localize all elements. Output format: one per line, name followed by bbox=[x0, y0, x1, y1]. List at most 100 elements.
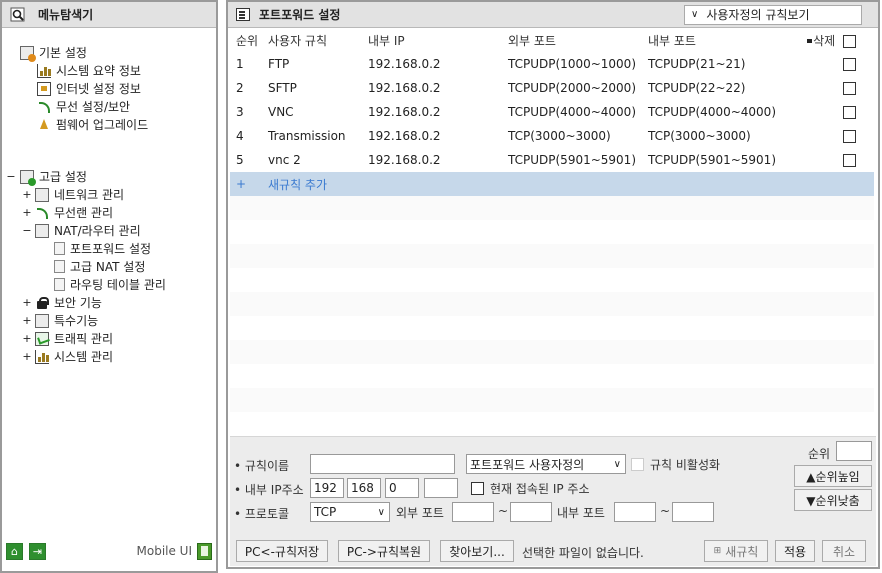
tree-item-network[interactable]: + 네트워크 관리 bbox=[22, 186, 124, 203]
logout-icon[interactable]: ⇥ bbox=[29, 542, 46, 560]
rule-type-value: 포트포워드 사용자정의 bbox=[470, 457, 585, 472]
folder-icon bbox=[20, 169, 36, 186]
save-to-pc-button[interactable]: PC<-규칙저장 bbox=[236, 540, 328, 562]
rank-down-button[interactable]: ▼순위낮춤 bbox=[794, 489, 872, 511]
apply-button[interactable]: 적용 bbox=[775, 540, 815, 562]
cell-rank: 1 bbox=[236, 57, 244, 71]
internal-port-label: 내부 포트 bbox=[557, 506, 605, 520]
menu-explorer-title: 메뉴탐색기 bbox=[38, 8, 94, 22]
cell-delete bbox=[792, 76, 874, 100]
browse-file-button[interactable]: 찾아보기... bbox=[440, 540, 514, 562]
bar-chart-icon bbox=[35, 349, 49, 364]
tree-advanced-settings-label: 고급 설정 bbox=[39, 170, 87, 184]
rank-input[interactable] bbox=[836, 441, 872, 461]
tree-item-special[interactable]: + 특수기능 bbox=[22, 312, 98, 329]
tree-item-firmware-upgrade[interactable]: 펌웨어 업그레이드 bbox=[37, 116, 148, 133]
tree-item-label: NAT/라우터 관리 bbox=[54, 224, 141, 238]
protocol-select[interactable]: TCP ∨ bbox=[310, 502, 390, 522]
external-port-start[interactable] bbox=[452, 502, 494, 522]
tree-item-label: 트래픽 관리 bbox=[54, 332, 114, 346]
tree-item-wireless-security[interactable]: 무선 설정/보안 bbox=[37, 98, 130, 115]
disable-rule-checkbox[interactable] bbox=[631, 458, 644, 471]
folder-icon bbox=[20, 45, 36, 62]
add-rule-row[interactable]: + 새규칙 추가 bbox=[230, 172, 874, 196]
rule-view-select-value: 사용자정의 규칙보기 bbox=[706, 8, 810, 22]
cell-rule-name: VNC bbox=[268, 105, 294, 119]
tree-item-wlan[interactable]: + 무선랜 관리 bbox=[22, 204, 113, 221]
add-rule-label: 새규칙 추가 bbox=[268, 172, 874, 196]
rule-table: 순위 사용자 규칙 내부 IP 외부 포트 내부 포트 삭제 1 FTP 192… bbox=[230, 28, 874, 436]
tree-item-security[interactable]: + 보안 기능 bbox=[22, 294, 102, 311]
tree-item-advanced-nat[interactable]: 고급 NAT 설정 bbox=[54, 258, 145, 275]
ip-octet-2[interactable]: 168 bbox=[347, 478, 381, 498]
collapse-toggle[interactable]: − bbox=[6, 170, 16, 183]
tree-item-nat-router[interactable]: − NAT/라우터 관리 bbox=[22, 222, 141, 239]
lock-icon bbox=[35, 296, 49, 310]
wireless-icon bbox=[37, 100, 51, 114]
cancel-button[interactable]: 취소 bbox=[822, 540, 866, 562]
table-row[interactable]: 1 FTP 192.168.0.2 TCPUDP(1000~1000) TCPU… bbox=[230, 52, 874, 76]
table-row[interactable]: 3 VNC 192.168.0.2 TCPUDP(4000~4000) TCPU… bbox=[230, 100, 874, 124]
ip-octet-4[interactable] bbox=[424, 478, 458, 498]
expand-toggle[interactable]: + bbox=[22, 314, 32, 327]
restore-from-pc-button[interactable]: PC->규칙복원 bbox=[338, 540, 430, 562]
internal-port-end[interactable] bbox=[672, 502, 714, 522]
table-row[interactable]: 4 Transmission 192.168.0.2 TCP(3000~3000… bbox=[230, 124, 874, 148]
expand-toggle[interactable]: + bbox=[22, 296, 32, 309]
protocol-value: TCP bbox=[314, 505, 337, 519]
tree-item-internet-info[interactable]: 인터넷 설정 정보 bbox=[37, 80, 141, 97]
expand-toggle[interactable]: + bbox=[22, 332, 32, 345]
internal-port-start[interactable] bbox=[614, 502, 656, 522]
home-icon[interactable]: ⌂ bbox=[6, 542, 23, 560]
delete-checkbox[interactable] bbox=[843, 130, 856, 143]
tree-item-label: 시스템 요약 정보 bbox=[56, 64, 141, 78]
range-tilde: ~ bbox=[660, 504, 671, 518]
table-row[interactable]: 5 vnc 2 192.168.0.2 TCPUDP(5901~5901) TC… bbox=[230, 148, 874, 172]
ip-octet-3[interactable]: 0 bbox=[385, 478, 419, 498]
cell-delete bbox=[792, 148, 874, 172]
disable-rule-label: 규칙 비활성화 bbox=[650, 458, 721, 472]
rank-up-button[interactable]: ▲순위높임 bbox=[794, 465, 872, 487]
tree-item-port-forward[interactable]: 포트포워드 설정 bbox=[54, 240, 151, 257]
ip-octet-1[interactable]: 192 bbox=[310, 478, 344, 498]
collapse-toggle[interactable]: − bbox=[22, 224, 32, 237]
current-ip-checkbox[interactable] bbox=[471, 482, 484, 495]
cell-rule-name: vnc 2 bbox=[268, 153, 301, 167]
port-forward-header: 포트포워드 설정 ∨ 사용자정의 규칙보기 bbox=[228, 2, 878, 28]
delete-checkbox[interactable] bbox=[843, 82, 856, 95]
cell-internal-ip: 192.168.0.2 bbox=[368, 81, 441, 95]
tree-item-routing-table[interactable]: 라우팅 테이블 관리 bbox=[54, 276, 166, 293]
tree-item-label: 인터넷 설정 정보 bbox=[56, 82, 141, 96]
tree-item-label: 네트워크 관리 bbox=[54, 188, 125, 202]
tree-item-traffic[interactable]: + 트래픽 관리 bbox=[22, 330, 113, 347]
tree-item-label: 무선랜 관리 bbox=[54, 206, 114, 220]
cell-rank: 4 bbox=[236, 129, 244, 143]
expand-toggle[interactable]: + bbox=[22, 206, 32, 219]
table-row[interactable]: 2 SFTP 192.168.0.2 TCPUDP(2000~2000) TCP… bbox=[230, 76, 874, 100]
mobile-ui-link[interactable]: Mobile UI bbox=[136, 542, 212, 560]
tree-item-system-summary[interactable]: 시스템 요약 정보 bbox=[37, 62, 141, 79]
rule-name-input[interactable] bbox=[310, 454, 455, 474]
delete-checkbox[interactable] bbox=[843, 106, 856, 119]
external-port-end[interactable] bbox=[510, 502, 552, 522]
no-file-text: 선택한 파일이 없습니다. bbox=[522, 546, 644, 560]
rule-type-select[interactable]: 포트포워드 사용자정의 ∨ bbox=[466, 454, 626, 474]
tree-item-label: 특수기능 bbox=[54, 314, 99, 328]
col-external-port: 외부 포트 bbox=[508, 33, 556, 48]
select-all-checkbox[interactable] bbox=[843, 34, 856, 48]
rule-view-select[interactable]: ∨ 사용자정의 규칙보기 bbox=[684, 4, 862, 25]
tree-basic-settings[interactable]: 기본 설정 bbox=[20, 44, 87, 62]
expand-toggle[interactable]: + bbox=[22, 350, 32, 363]
expand-toggle[interactable]: + bbox=[22, 188, 32, 201]
new-rule-button[interactable]: ⊞ 새규칙 bbox=[704, 540, 768, 562]
delete-checkbox[interactable] bbox=[843, 154, 856, 167]
delete-checkbox[interactable] bbox=[843, 58, 856, 71]
cell-delete bbox=[792, 100, 874, 124]
mobile-ui-label: Mobile UI bbox=[136, 544, 193, 558]
tree-item-system[interactable]: + 시스템 관리 bbox=[22, 348, 113, 365]
tree-advanced-settings[interactable]: − 고급 설정 bbox=[6, 168, 87, 186]
tree-item-label: 라우팅 테이블 관리 bbox=[70, 278, 166, 292]
list-icon bbox=[236, 8, 250, 21]
rule-name-label: • 규칙이름 bbox=[234, 459, 290, 473]
cell-rule-name: FTP bbox=[268, 57, 290, 71]
